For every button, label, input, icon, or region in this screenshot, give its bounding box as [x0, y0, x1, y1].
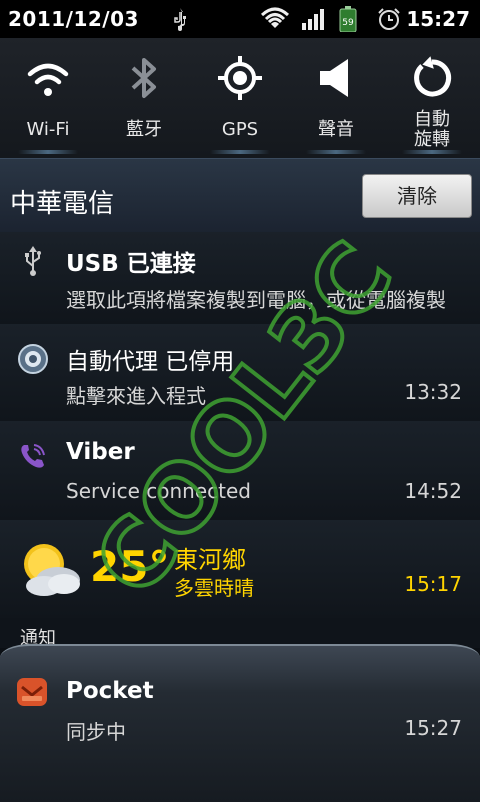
- toggle-indicator: [402, 150, 462, 154]
- weather-condition: 多雲時晴: [174, 576, 254, 600]
- gps-icon: [216, 54, 264, 102]
- weather-time: 15:17: [404, 572, 462, 596]
- weather-location: 東河鄉: [174, 546, 246, 574]
- toggle-wifi[interactable]: Wi-Fi: [0, 38, 96, 158]
- notification-pocket[interactable]: Pocket 同步中 15:27: [0, 644, 480, 802]
- partly-cloudy-icon: [14, 534, 86, 606]
- notification-time: 14:52: [404, 479, 462, 503]
- sound-icon: [312, 54, 360, 102]
- notification-time: 13:32: [404, 380, 462, 404]
- quick-settings-toggles: Wi-Fi 藍牙 GPS 聲音 自動 旋轉: [0, 38, 480, 158]
- signal-icon: [300, 6, 326, 32]
- rotate-icon: [408, 54, 456, 102]
- notification-title: Viber: [66, 439, 135, 465]
- notification-subtitle: 選取此項將檔案複製到電腦，或從電腦複製: [66, 288, 446, 312]
- wifi-icon: [24, 54, 72, 102]
- carrier-name: 中華電信: [10, 189, 115, 219]
- toggle-indicator: [18, 150, 78, 154]
- weather-temperature: 25°: [90, 542, 170, 591]
- toggle-label: 自動 旋轉: [414, 109, 450, 150]
- status-bar: 2011/12/03 59 15:27: [0, 0, 480, 38]
- toggle-auto-rotate[interactable]: 自動 旋轉: [384, 38, 480, 158]
- svg-text:59: 59: [342, 18, 354, 28]
- toggle-bluetooth[interactable]: 藍牙: [96, 38, 192, 158]
- wifi-status-icon: [258, 6, 292, 32]
- usb-icon: [16, 244, 50, 278]
- notification-subtitle: 同步中: [66, 720, 126, 744]
- toggle-sound[interactable]: 聲音: [288, 38, 384, 158]
- carrier-header: 中華電信 清除: [0, 158, 480, 233]
- notification-viber[interactable]: Viber Service connected 14:52: [0, 421, 480, 521]
- status-date: 2011/12/03: [8, 7, 139, 31]
- battery-icon: 59: [338, 6, 358, 32]
- notification-title: 自動代理 已停用: [66, 349, 235, 375]
- notification-weather[interactable]: 25° 東河鄉 多雲時晴 15:17: [0, 520, 480, 618]
- notification-title: Pocket: [66, 678, 154, 704]
- toggle-gps[interactable]: GPS: [192, 38, 288, 158]
- alarm-clock-icon: [376, 6, 402, 32]
- pocket-icon: [16, 676, 48, 708]
- notification-usb[interactable]: USB 已連接 選取此項將檔案複製到電腦，或從電腦複製: [0, 232, 480, 325]
- toggle-indicator: [210, 150, 270, 154]
- toggle-label: 聲音: [318, 119, 354, 140]
- status-time: 15:27: [406, 7, 470, 31]
- usb-icon: [170, 6, 190, 32]
- proxy-icon: [16, 342, 50, 376]
- viber-icon: [16, 439, 50, 473]
- toggle-label: GPS: [221, 119, 259, 140]
- toggle-label: 藍牙: [126, 119, 162, 140]
- notification-time: 15:27: [404, 716, 462, 740]
- bluetooth-icon: [120, 54, 168, 102]
- notification-title: USB 已連接: [66, 251, 196, 277]
- toggle-indicator: [306, 150, 366, 154]
- notification-auto-proxy[interactable]: 自動代理 已停用 點擊來進入程式 13:32: [0, 324, 480, 422]
- toggle-label: Wi-Fi: [26, 119, 70, 140]
- clear-button[interactable]: 清除: [362, 174, 472, 218]
